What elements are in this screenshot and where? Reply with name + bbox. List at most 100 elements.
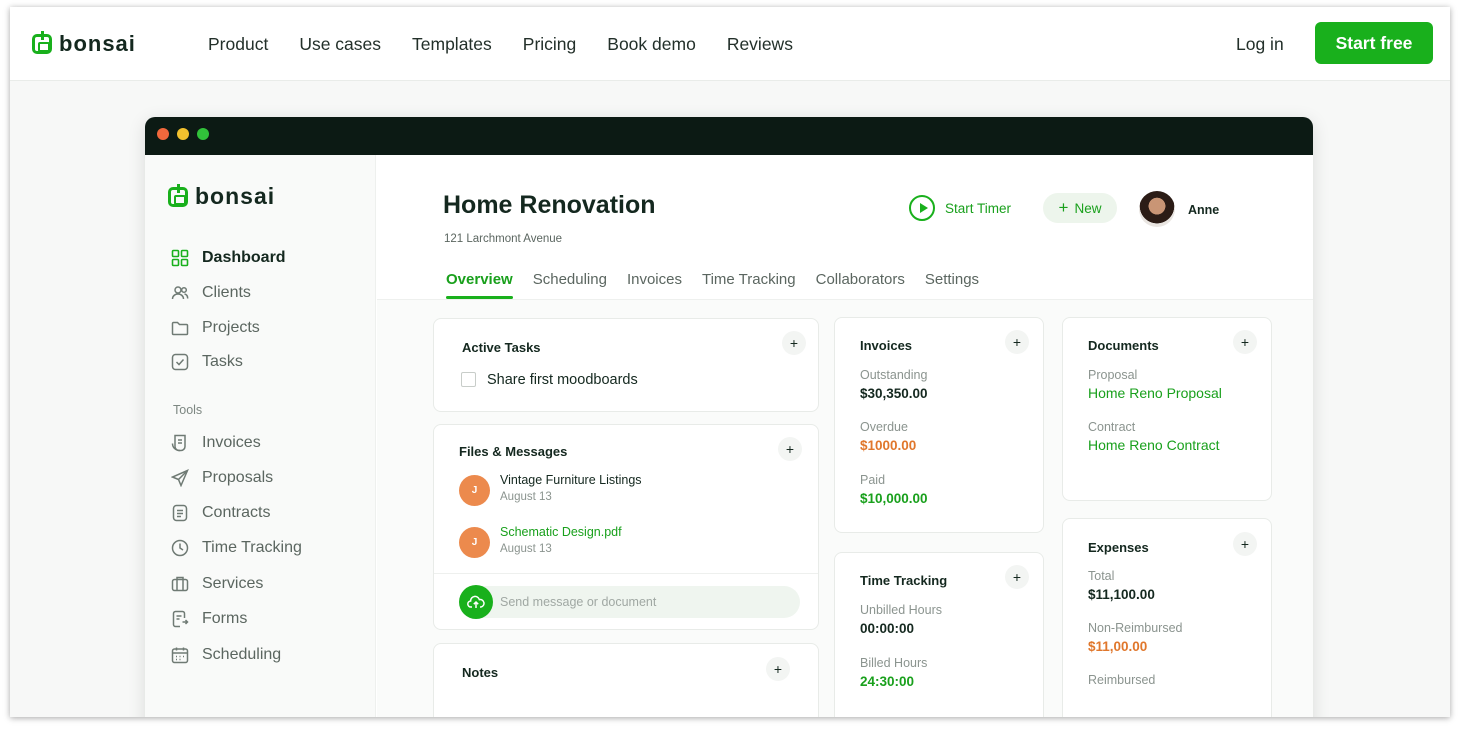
- sidebar-item-label: Clients: [202, 284, 251, 301]
- add-time-button[interactable]: +: [1005, 565, 1029, 589]
- sidebar-item-tasks[interactable]: Tasks: [171, 353, 243, 371]
- unbilled-value: 00:00:00: [860, 621, 915, 636]
- window-minimize-dot: [177, 128, 189, 140]
- start-timer-button[interactable]: Start Timer: [909, 195, 1011, 221]
- card-title: Expenses: [1088, 540, 1149, 555]
- divider: [434, 573, 818, 574]
- sidebar-item-scheduling[interactable]: Scheduling: [171, 646, 281, 664]
- add-note-button[interactable]: +: [766, 657, 790, 681]
- project-header: Home Renovation 121 Larchmont Avenue Sta…: [377, 155, 1313, 300]
- new-button[interactable]: + New: [1043, 193, 1117, 223]
- avatar: J: [459, 527, 490, 558]
- task-item[interactable]: Share first moodboards: [487, 372, 638, 388]
- unbilled-label: Unbilled Hours: [860, 603, 942, 617]
- card-title: Invoices: [860, 338, 913, 353]
- sidebar-item-contracts[interactable]: Contracts: [171, 504, 270, 522]
- login-link[interactable]: Log in: [1236, 34, 1284, 55]
- proposal-link[interactable]: Home Reno Proposal: [1088, 385, 1222, 401]
- tab-scheduling[interactable]: Scheduling: [533, 271, 607, 299]
- paid-value: $10,000.00: [860, 491, 928, 506]
- sidebar-item-label: Contracts: [202, 504, 271, 521]
- users-icon: [171, 286, 189, 300]
- add-invoice-button[interactable]: +: [1005, 330, 1029, 354]
- outstanding-value: $30,350.00: [860, 386, 928, 401]
- add-document-button[interactable]: +: [1233, 330, 1257, 354]
- card-title: Active Tasks: [462, 340, 541, 355]
- nav-link-pricing[interactable]: Pricing: [523, 34, 577, 55]
- tab-settings[interactable]: Settings: [925, 271, 979, 299]
- clock-icon: [171, 539, 189, 557]
- contract-link[interactable]: Home Reno Contract: [1088, 437, 1220, 453]
- tab-invoices[interactable]: Invoices: [627, 271, 682, 299]
- sidebar-item-services[interactable]: Services: [171, 575, 263, 593]
- invoice-icon: [171, 434, 186, 452]
- sidebar-logo[interactable]: bonsai: [168, 183, 275, 210]
- add-expense-button[interactable]: +: [1233, 532, 1257, 556]
- upload-button[interactable]: [459, 585, 493, 619]
- avatar: J: [459, 475, 490, 506]
- file-name[interactable]: Vintage Furniture Listings: [500, 473, 642, 487]
- contract-label: Contract: [1088, 420, 1136, 434]
- calendar-icon: [171, 647, 189, 664]
- form-icon: [172, 610, 189, 628]
- card-title: Files & Messages: [459, 444, 568, 459]
- project-address: 121 Larchmont Avenue: [444, 233, 563, 245]
- proposal-label: Proposal: [1088, 368, 1138, 382]
- sidebar-item-time-tracking[interactable]: Time Tracking: [171, 539, 302, 557]
- files-messages-card: Files & Messages + J Vintage Furniture L…: [433, 424, 819, 630]
- plus-icon: +: [1058, 198, 1069, 217]
- sidebar-item-invoices[interactable]: Invoices: [171, 434, 261, 452]
- sidebar-item-label: Services: [202, 575, 264, 592]
- bonsai-logo-icon: [32, 31, 52, 54]
- checkbox-icon: [171, 353, 189, 371]
- tab-collaborators[interactable]: Collaborators: [816, 271, 905, 299]
- briefcase-icon: [171, 576, 189, 592]
- app-window: bonsai Dashboard Clients Projects Tasks …: [145, 117, 1313, 717]
- notes-card: Notes +: [433, 643, 819, 717]
- sidebar-item-label: Tasks: [202, 353, 243, 370]
- total-label: Total: [1088, 569, 1115, 583]
- billed-value: 24:30:00: [860, 674, 915, 689]
- sidebar-item-label: Dashboard: [202, 249, 286, 266]
- avatar[interactable]: [1139, 191, 1175, 227]
- tab-time-tracking[interactable]: Time Tracking: [702, 271, 796, 299]
- folder-icon: [171, 321, 189, 336]
- task-checkbox[interactable]: [461, 372, 476, 387]
- top-navbar: bonsai Product Use cases Templates Prici…: [10, 7, 1450, 81]
- non-reimbursed-label: Non-Reimbursed: [1088, 621, 1183, 635]
- add-task-button[interactable]: +: [782, 331, 806, 355]
- page-title: Home Renovation: [443, 191, 656, 219]
- file-name[interactable]: Schematic Design.pdf: [500, 525, 622, 539]
- invoices-card: Invoices + Outstanding $30,350.00 Overdu…: [834, 317, 1044, 533]
- card-title: Documents: [1088, 338, 1159, 353]
- add-file-button[interactable]: +: [778, 437, 802, 461]
- sidebar-item-dashboard[interactable]: Dashboard: [171, 249, 286, 267]
- sidebar-item-proposals[interactable]: Proposals: [171, 469, 273, 487]
- nav-link-use-cases[interactable]: Use cases: [299, 34, 381, 55]
- nav-link-product[interactable]: Product: [208, 34, 268, 55]
- message-placeholder: Send message or document: [500, 595, 657, 609]
- sidebar: bonsai Dashboard Clients Projects Tasks …: [145, 155, 376, 717]
- bonsai-logo-icon: [168, 183, 188, 207]
- start-free-button[interactable]: Start free: [1315, 22, 1433, 64]
- file-date: August 13: [500, 543, 552, 555]
- card-title: Time Tracking: [860, 573, 948, 588]
- sidebar-item-label: Time Tracking: [202, 539, 302, 556]
- sidebar-item-projects[interactable]: Projects: [171, 319, 260, 337]
- documents-card: Documents + Proposal Home Reno Proposal …: [1062, 317, 1272, 501]
- active-tasks-card: Active Tasks + Share first moodboards: [433, 318, 819, 412]
- nav-link-templates[interactable]: Templates: [412, 34, 492, 55]
- sidebar-item-forms[interactable]: Forms: [171, 610, 247, 628]
- cloud-upload-icon: [467, 595, 485, 608]
- sidebar-brand-name: bonsai: [195, 183, 276, 209]
- nav-link-reviews[interactable]: Reviews: [727, 34, 793, 55]
- non-reimbursed-value: $11,00.00: [1088, 639, 1148, 654]
- bonsai-logo[interactable]: bonsai: [32, 31, 136, 57]
- window-close-dot: [157, 128, 169, 140]
- sidebar-item-label: Invoices: [202, 434, 261, 451]
- overdue-label: Overdue: [860, 420, 908, 434]
- expenses-card: Expenses + Total $11,100.00 Non-Reimburs…: [1062, 518, 1272, 717]
- nav-link-book-demo[interactable]: Book demo: [607, 34, 696, 55]
- sidebar-item-clients[interactable]: Clients: [171, 284, 251, 302]
- tab-overview[interactable]: Overview: [446, 271, 513, 299]
